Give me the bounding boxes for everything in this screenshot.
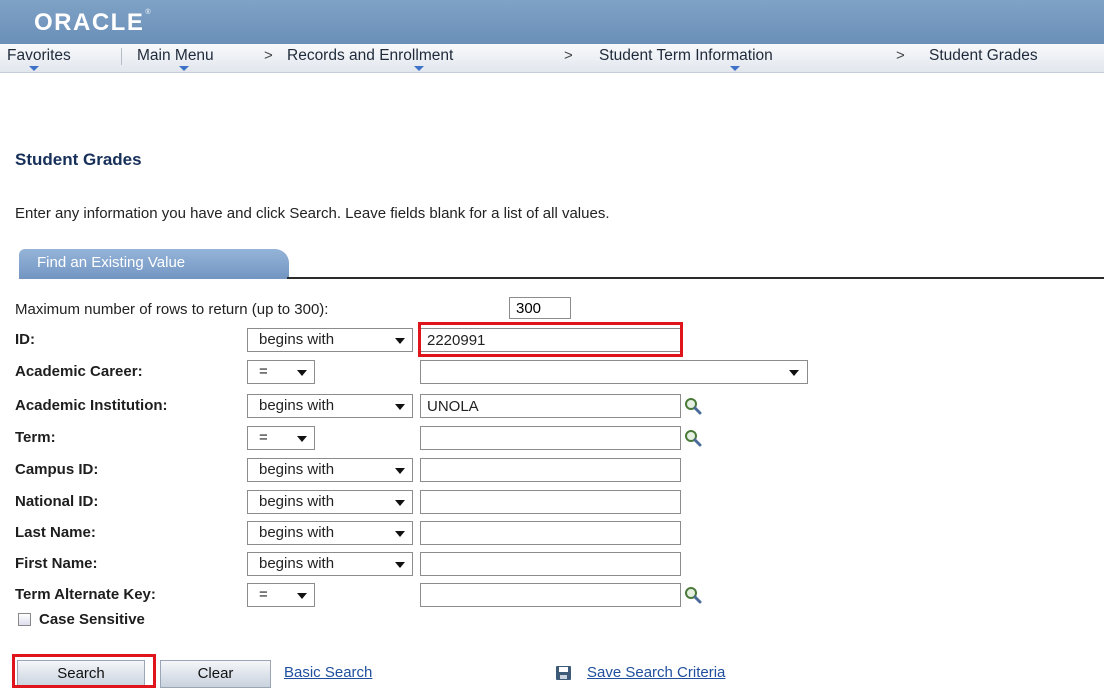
instructions-text: Enter any information you have and click… xyxy=(15,205,610,222)
term-info-dropdown-icon[interactable] xyxy=(730,66,740,71)
records-dropdown-icon[interactable] xyxy=(414,66,424,71)
national-id-label: National ID: xyxy=(15,493,99,510)
academic-career-select[interactable] xyxy=(420,360,808,384)
term-operator-select[interactable]: = xyxy=(247,426,315,450)
term-alternate-key-operator-value: = xyxy=(259,586,268,603)
breadcrumb-separator: > xyxy=(564,47,573,64)
tab-underline xyxy=(287,277,1104,279)
nav-student-term-info[interactable]: Student Term Information xyxy=(599,47,773,65)
max-rows-input[interactable] xyxy=(509,297,571,319)
breadcrumb-menu-bar: Favorites Main Menu > Records and Enroll… xyxy=(0,44,1104,73)
chevron-down-icon xyxy=(395,404,405,410)
max-rows-label: Maximum number of rows to return (up to … xyxy=(15,301,329,318)
id-operator-select[interactable]: begins with xyxy=(247,328,413,352)
clear-button-label: Clear xyxy=(197,665,234,682)
chevron-down-icon xyxy=(395,338,405,344)
term-input[interactable] xyxy=(420,426,681,450)
campus-id-label: Campus ID: xyxy=(15,461,99,478)
term-alternate-key-label: Term Alternate Key: xyxy=(15,586,156,603)
tab-find-existing-value[interactable]: Find an Existing Value xyxy=(19,249,289,279)
nav-divider xyxy=(121,48,122,65)
nav-student-grades[interactable]: Student Grades xyxy=(929,47,1038,65)
chevron-down-icon xyxy=(789,370,799,376)
main-menu-dropdown-icon[interactable] xyxy=(179,66,189,71)
academic-institution-label: Academic Institution: xyxy=(15,397,168,414)
national-id-operator-value: begins with xyxy=(259,493,335,510)
term-alternate-key-input[interactable] xyxy=(420,583,681,607)
academic-career-operator-select[interactable]: = xyxy=(247,360,315,384)
first-name-label: First Name: xyxy=(15,555,98,572)
campus-id-operator-select[interactable]: begins with xyxy=(247,458,413,482)
academic-career-label: Academic Career: xyxy=(15,363,143,380)
case-sensitive-checkbox[interactable] xyxy=(18,613,31,626)
id-highlight-box xyxy=(418,322,683,357)
oracle-logo: ORACLE® xyxy=(34,9,152,37)
magnifier-icon[interactable] xyxy=(684,586,702,604)
last-name-input[interactable] xyxy=(420,521,681,545)
academic-institution-input[interactable] xyxy=(420,394,681,418)
logo-trademark: ® xyxy=(145,9,153,16)
tab-label: Find an Existing Value xyxy=(37,254,186,271)
campus-id-input[interactable] xyxy=(420,458,681,482)
nav-main-menu[interactable]: Main Menu xyxy=(137,47,214,65)
logo-text: ORACLE xyxy=(34,9,145,36)
floppy-disk-icon[interactable] xyxy=(555,665,572,681)
academic-career-operator-value: = xyxy=(259,363,268,380)
page-title: Student Grades xyxy=(15,150,142,169)
campus-id-operator-value: begins with xyxy=(259,461,335,478)
last-name-label: Last Name: xyxy=(15,524,96,541)
first-name-operator-select[interactable]: begins with xyxy=(247,552,413,576)
basic-search-link[interactable]: Basic Search xyxy=(284,664,372,681)
national-id-operator-select[interactable]: begins with xyxy=(247,490,413,514)
nav-favorites[interactable]: Favorites xyxy=(7,47,71,65)
favorites-dropdown-icon[interactable] xyxy=(29,66,39,71)
header-banner: ORACLE® xyxy=(0,0,1104,44)
clear-button[interactable]: Clear xyxy=(160,660,271,688)
last-name-operator-value: begins with xyxy=(259,524,335,541)
academic-institution-operator-select[interactable]: begins with xyxy=(247,394,413,418)
case-sensitive-label: Case Sensitive xyxy=(39,611,145,628)
magnifier-icon[interactable] xyxy=(684,429,702,447)
chevron-down-icon xyxy=(297,436,307,442)
breadcrumb-separator: > xyxy=(264,47,273,64)
breadcrumb-separator: > xyxy=(896,47,905,64)
term-operator-value: = xyxy=(259,429,268,446)
chevron-down-icon xyxy=(297,370,307,376)
id-operator-value: begins with xyxy=(259,331,335,348)
first-name-input[interactable] xyxy=(420,552,681,576)
chevron-down-icon xyxy=(395,468,405,474)
chevron-down-icon xyxy=(395,500,405,506)
term-label: Term: xyxy=(15,429,56,446)
chevron-down-icon xyxy=(395,562,405,568)
chevron-down-icon xyxy=(297,593,307,599)
academic-institution-operator-value: begins with xyxy=(259,397,335,414)
last-name-operator-select[interactable]: begins with xyxy=(247,521,413,545)
term-alternate-key-operator-select[interactable]: = xyxy=(247,583,315,607)
save-search-criteria-link[interactable]: Save Search Criteria xyxy=(587,664,725,681)
national-id-input[interactable] xyxy=(420,490,681,514)
nav-records-enrollment[interactable]: Records and Enrollment xyxy=(287,47,453,65)
chevron-down-icon xyxy=(395,531,405,537)
id-label: ID: xyxy=(15,331,35,348)
first-name-operator-value: begins with xyxy=(259,555,335,572)
magnifier-icon[interactable] xyxy=(684,397,702,415)
